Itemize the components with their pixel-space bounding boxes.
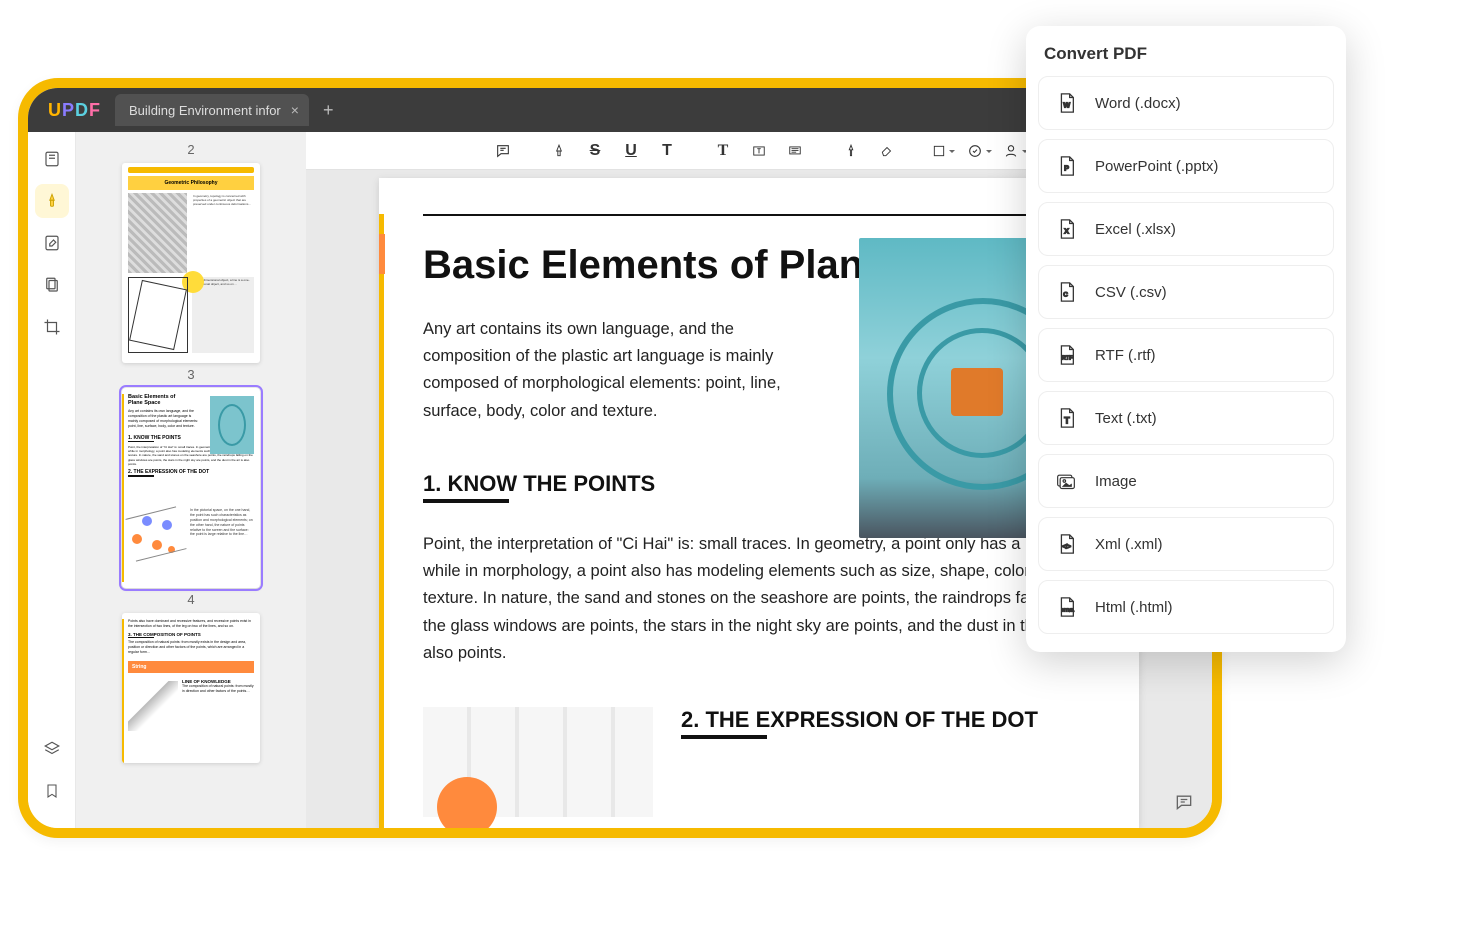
note-icon[interactable] — [485, 137, 521, 165]
convert-option-powerpoint[interactable]: P PowerPoint (.pptx) — [1038, 139, 1334, 193]
layers-icon[interactable] — [35, 732, 69, 766]
comment-icon[interactable] — [35, 184, 69, 218]
heading-underline — [681, 735, 767, 739]
section-paragraph: Point, the interpretation of "Ci Hai" is… — [423, 531, 1095, 667]
thumbnail-page-2[interactable]: Geometric Philosophy In geometry, topolo… — [122, 163, 260, 363]
shape-icon[interactable] — [925, 137, 961, 165]
svg-text:HTML: HTML — [1061, 608, 1074, 613]
option-label: Html (.html) — [1095, 599, 1173, 616]
chat-icon[interactable] — [1170, 788, 1198, 816]
convert-pdf-panel: Convert PDF W Word (.docx) P PowerPoint … — [1026, 26, 1346, 652]
convert-option-word[interactable]: W Word (.docx) — [1038, 76, 1334, 130]
image-icon — [1053, 468, 1079, 494]
organize-icon[interactable] — [35, 268, 69, 302]
underline-icon[interactable]: U — [613, 137, 649, 165]
xml-icon: </> — [1053, 531, 1079, 557]
rtf-icon: RTF — [1053, 342, 1079, 368]
highlight-icon[interactable] — [541, 137, 577, 165]
svg-text:P: P — [1064, 164, 1069, 173]
thumbnail-page-3[interactable]: Basic Elements of Plane Space Any art co… — [122, 388, 260, 588]
option-label: CSV (.csv) — [1095, 284, 1167, 301]
close-icon[interactable]: × — [291, 102, 299, 118]
powerpoint-icon: P — [1053, 153, 1079, 179]
text-icon[interactable]: T — [705, 137, 741, 165]
section-heading: 2. THE EXPRESSION OF THE DOT — [681, 707, 1095, 733]
option-label: Image — [1095, 473, 1137, 490]
text-icon: T — [1053, 405, 1079, 431]
edit-icon[interactable] — [35, 226, 69, 260]
heading-underline — [423, 499, 509, 503]
section-image — [423, 707, 653, 817]
convert-option-image[interactable]: Image — [1038, 454, 1334, 508]
bookmark-icon[interactable] — [35, 774, 69, 808]
convert-option-rtf[interactable]: RTF RTF (.rtf) — [1038, 328, 1334, 382]
document-tab[interactable]: Building Environment infor × — [115, 94, 309, 126]
panel-title: Convert PDF — [1038, 42, 1334, 76]
option-label: PowerPoint (.pptx) — [1095, 158, 1218, 175]
svg-text:RTF: RTF — [1062, 356, 1073, 362]
convert-option-excel[interactable]: X Excel (.xlsx) — [1038, 202, 1334, 256]
csv-icon: C — [1053, 279, 1079, 305]
svg-text:</>: </> — [1062, 545, 1071, 551]
excel-icon: X — [1053, 216, 1079, 242]
convert-option-html[interactable]: HTML Html (.html) — [1038, 580, 1334, 634]
svg-text:C: C — [1063, 292, 1068, 299]
new-tab-button[interactable]: + — [323, 100, 334, 121]
svg-text:T: T — [1064, 416, 1070, 426]
word-icon: W — [1053, 90, 1079, 116]
accent-bar — [379, 234, 385, 274]
pencil-icon[interactable] — [833, 137, 869, 165]
page-rule — [423, 214, 1095, 216]
callout-icon[interactable] — [777, 137, 813, 165]
squiggly-icon[interactable]: T — [649, 137, 685, 165]
html-icon: HTML — [1053, 594, 1079, 620]
stamp-icon[interactable] — [961, 137, 997, 165]
page-number: 3 — [76, 367, 306, 382]
document-page: Basic Elements of Plane Space Any art co… — [379, 178, 1139, 828]
option-label: Excel (.xlsx) — [1095, 221, 1176, 238]
strikethrough-icon[interactable]: S — [577, 137, 613, 165]
app-logo: UPDF — [48, 100, 101, 121]
crop-icon[interactable] — [35, 310, 69, 344]
thumbnail-panel: 2 Geometric Philosophy In geometry, topo… — [76, 132, 306, 828]
reader-icon[interactable] — [35, 142, 69, 176]
tab-title: Building Environment infor — [129, 103, 281, 118]
option-label: RTF (.rtf) — [1095, 347, 1156, 364]
convert-option-text[interactable]: T Text (.txt) — [1038, 391, 1334, 445]
svg-text:X: X — [1064, 227, 1069, 236]
page-number: 2 — [76, 142, 306, 157]
svg-text:W: W — [1063, 101, 1070, 110]
textbox-icon[interactable] — [741, 137, 777, 165]
option-label: Xml (.xml) — [1095, 536, 1163, 553]
eraser-icon[interactable] — [869, 137, 905, 165]
intro-paragraph: Any art contains its own language, and t… — [423, 316, 803, 425]
page-number: 4 — [76, 592, 306, 607]
left-sidebar — [28, 132, 76, 828]
convert-option-xml[interactable]: </> Xml (.xml) — [1038, 517, 1334, 571]
convert-option-csv[interactable]: C CSV (.csv) — [1038, 265, 1334, 319]
thumbnail-page-4[interactable]: Points also have dominant and recessive … — [122, 613, 260, 763]
option-label: Word (.docx) — [1095, 95, 1181, 112]
option-label: Text (.txt) — [1095, 410, 1157, 427]
